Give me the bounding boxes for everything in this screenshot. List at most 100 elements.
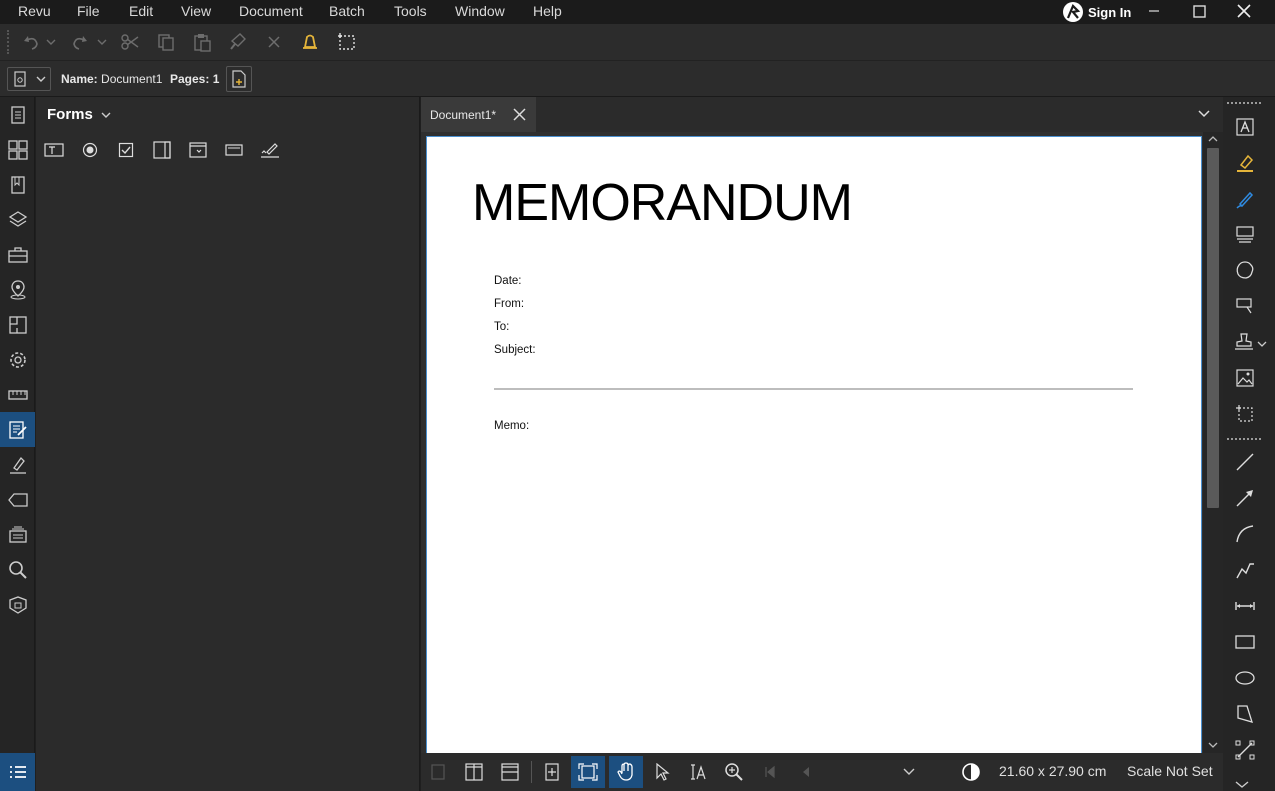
rectangle-icon[interactable]: [1229, 626, 1261, 658]
menu-document[interactable]: Document: [239, 3, 303, 19]
sets-tab[interactable]: [0, 517, 35, 552]
tool-chest-tab[interactable]: [0, 237, 35, 272]
signatures-tab[interactable]: [0, 447, 35, 482]
arc-icon[interactable]: [1229, 518, 1261, 550]
pan-hand-icon[interactable]: [609, 756, 643, 788]
menu-edit[interactable]: Edit: [129, 3, 153, 19]
bell-icon[interactable]: [298, 30, 322, 54]
signature-icon[interactable]: [259, 139, 281, 161]
sync-icon[interactable]: [535, 756, 569, 788]
sketch-to-scale-icon[interactable]: [1229, 734, 1261, 766]
redo-icon[interactable]: [68, 30, 92, 54]
select-pointer-icon[interactable]: [645, 756, 679, 788]
select-text-icon[interactable]: [681, 756, 715, 788]
toolbar-grip[interactable]: [1227, 102, 1261, 104]
menu-window[interactable]: Window: [455, 3, 505, 19]
single-page-icon[interactable]: [421, 756, 455, 788]
maximize-button[interactable]: [1184, 0, 1214, 22]
vertical-scrollbar[interactable]: [1203, 132, 1223, 753]
toolbar-grip[interactable]: [7, 30, 9, 54]
measurements-tab[interactable]: [0, 377, 35, 412]
scroll-up-icon[interactable]: [1208, 135, 1218, 143]
scrollbar-thumb[interactable]: [1207, 148, 1219, 508]
properties-tab[interactable]: [0, 342, 35, 377]
ellipse-icon[interactable]: [1229, 662, 1261, 694]
thumbnails-tab[interactable]: [0, 97, 35, 132]
panel-list-button[interactable]: [0, 753, 35, 791]
menu-view[interactable]: View: [181, 3, 211, 19]
arrow-icon[interactable]: [1229, 482, 1261, 514]
scroll-down-icon[interactable]: [1208, 741, 1218, 749]
close-tab-icon[interactable]: [513, 108, 526, 121]
scale-status[interactable]: Scale Not Set: [1127, 763, 1213, 779]
polygon-icon[interactable]: [1229, 698, 1261, 730]
markups-tab[interactable]: [0, 482, 35, 517]
forms-tab[interactable]: [0, 412, 35, 447]
sign-in-button[interactable]: Sign In: [1062, 0, 1131, 24]
cloud-icon[interactable]: [1229, 254, 1261, 286]
places-tab[interactable]: [0, 272, 35, 307]
contrast-icon[interactable]: [954, 756, 988, 788]
image-icon[interactable]: [1229, 362, 1261, 394]
split-vertical-icon[interactable]: [457, 756, 491, 788]
copy-icon[interactable]: [154, 30, 178, 54]
delete-icon[interactable]: [262, 30, 286, 54]
document-properties-dropdown[interactable]: [7, 67, 51, 91]
polyline-icon[interactable]: [1229, 554, 1261, 586]
dropdown-icon[interactable]: [187, 139, 209, 161]
zoom-icon[interactable]: [717, 756, 751, 788]
page-nav-chevron-down-icon[interactable]: [892, 756, 926, 788]
select-area-icon[interactable]: [335, 30, 359, 54]
toolbar-grip[interactable]: [1227, 438, 1261, 440]
more-tools-chevron-down-icon[interactable]: [1235, 781, 1249, 789]
previous-page-icon[interactable]: [789, 756, 823, 788]
close-window-button[interactable]: [1229, 0, 1259, 22]
typewriter-icon[interactable]: [1229, 218, 1261, 250]
format-painter-icon[interactable]: [226, 30, 250, 54]
split-horizontal-icon[interactable]: [493, 756, 527, 788]
paste-icon[interactable]: [190, 30, 214, 54]
page-dimensions: 21.60 x 27.90 cm: [999, 763, 1107, 779]
checkbox-icon[interactable]: [115, 139, 137, 161]
forms-panel-header[interactable]: Forms: [47, 106, 111, 123]
highlighter-icon[interactable]: [1229, 147, 1261, 179]
list-box-icon[interactable]: [151, 139, 173, 161]
grid-tab[interactable]: [0, 132, 35, 167]
document-tab[interactable]: Document1*: [421, 97, 536, 132]
spaces-tab[interactable]: [0, 307, 35, 342]
menu-batch[interactable]: Batch: [329, 3, 365, 19]
stamp-dropdown-chevron-down-icon[interactable]: [1257, 340, 1267, 348]
radio-button-icon[interactable]: [79, 139, 101, 161]
undo-icon[interactable]: [19, 30, 43, 54]
document-info-bar: Name: Document1 Pages: 1: [0, 61, 1275, 97]
cut-icon[interactable]: [118, 30, 142, 54]
document-page[interactable]: MEMORANDUM Date: From: To: Subject: Memo…: [426, 136, 1202, 753]
minimize-button[interactable]: [1139, 0, 1169, 22]
menu-help[interactable]: Help: [533, 3, 562, 19]
studio-tab[interactable]: [0, 587, 35, 622]
line-icon[interactable]: [1229, 446, 1261, 478]
bookmarks-tab[interactable]: [0, 167, 35, 202]
search-tab[interactable]: [0, 552, 35, 587]
snapshot-icon[interactable]: [1229, 398, 1261, 430]
document-viewport[interactable]: MEMORANDUM Date: From: To: Subject: Memo…: [421, 132, 1203, 753]
button-icon[interactable]: [223, 139, 245, 161]
layers-tab[interactable]: [0, 202, 35, 237]
menu-tools[interactable]: Tools: [394, 3, 427, 19]
text-field-icon[interactable]: [43, 139, 65, 161]
tab-list-chevron-down-icon[interactable]: [1198, 109, 1210, 118]
menu-revu[interactable]: Revu: [18, 3, 51, 19]
left-panel-tabs: [0, 97, 35, 791]
undo-dropdown-chevron-down-icon[interactable]: [44, 30, 58, 54]
callout-icon[interactable]: [1229, 290, 1261, 322]
text-box-icon[interactable]: [1229, 111, 1261, 143]
insert-page-button[interactable]: [226, 66, 252, 92]
pen-icon[interactable]: [1229, 183, 1261, 215]
panel-title: Forms: [47, 106, 93, 123]
new-page-icon: [231, 70, 247, 88]
dimension-icon[interactable]: [1229, 590, 1261, 622]
redo-dropdown-chevron-down-icon[interactable]: [95, 30, 109, 54]
menu-file[interactable]: File: [77, 3, 100, 19]
fit-page-icon[interactable]: [571, 756, 605, 788]
first-page-icon[interactable]: [753, 756, 787, 788]
